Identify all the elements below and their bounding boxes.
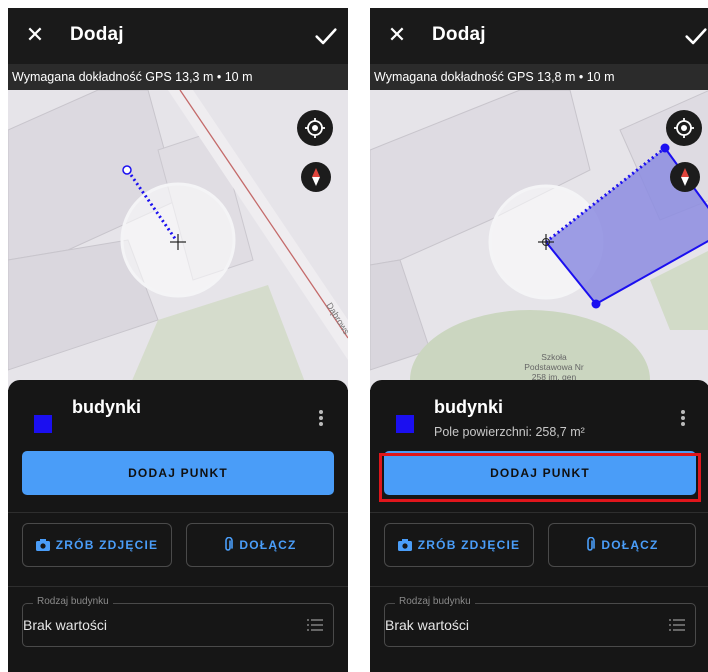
building-type-field[interactable]: Rodzaj budynku Brak wartości [384,596,696,647]
school-label-line1: Szkoła [541,352,567,362]
divider [8,512,348,513]
divider [370,512,708,513]
attach-label: DOŁĄCZ [239,538,297,552]
field-label: Rodzaj budynku [395,596,475,607]
camera-icon [35,539,50,551]
attach-button[interactable]: DOŁĄCZ [548,523,696,567]
layer-color-swatch [34,415,52,433]
top-app-bar: ✕ Dodaj [370,8,708,64]
layer-color-swatch [396,415,414,433]
more-vert-icon[interactable] [676,408,690,430]
paperclip-icon [225,537,234,551]
field-label: Rodzaj budynku [33,596,113,607]
camera-icon [397,539,412,551]
map-canvas[interactable]: Szkoła Podstawowa Nr 258 im. gen [370,90,708,390]
map-view[interactable]: Szkoła Podstawowa Nr 258 im. gen [370,90,708,390]
take-photo-button[interactable]: ZRÓB ZDJĘCIE [384,523,534,567]
gps-locate-button[interactable] [297,110,333,146]
field-value: Brak wartości [385,617,470,633]
take-photo-button[interactable]: ZRÓB ZDJĘCIE [22,523,172,567]
map-green-area [128,285,308,390]
take-photo-label: ZRÓB ZDJĘCIE [55,538,159,552]
top-app-bar: ✕ Dodaj [8,8,348,64]
list-icon[interactable] [307,618,323,632]
gps-target-icon [674,118,694,138]
divider [8,586,348,587]
gps-accuracy-bar: Wymagana dokładność GPS 13,8 m • 10 m [370,64,708,90]
gps-target-icon [305,118,325,138]
gps-locate-button[interactable] [666,110,702,146]
school-label-line2: Podstawowa Nr [524,362,584,372]
bottom-sheet: budynki DODAJ PUNKT ZRÓB ZDJĘCIE DOŁĄCZ … [8,380,348,672]
more-vert-icon[interactable] [314,408,328,430]
geometry-vertex[interactable] [591,299,601,309]
map-green-area [410,310,650,390]
screen-right: ✕ Dodaj Wymagana dokładność GPS 13,8 m •… [370,8,708,672]
compass-icon [681,168,689,186]
geometry-vertex[interactable] [122,165,132,175]
field-value: Brak wartości [23,617,108,633]
layer-name[interactable]: budynki [434,397,503,418]
map-view[interactable]: Dąbrows [8,90,348,390]
add-point-button[interactable]: DODAJ PUNKT [384,451,696,495]
bottom-sheet: budynki Pole powierzchni: 258,7 m² DODAJ… [370,380,708,672]
close-icon[interactable]: ✕ [384,22,410,48]
take-photo-label: ZRÓB ZDJĘCIE [417,538,521,552]
compass-button[interactable] [301,162,331,192]
attach-label: DOŁĄCZ [601,538,659,552]
paperclip-icon [587,537,596,551]
divider [370,586,708,587]
compass-button[interactable] [670,162,700,192]
page-title: Dodaj [432,24,486,45]
check-icon[interactable] [682,22,708,50]
add-point-button[interactable]: DODAJ PUNKT [22,451,334,495]
check-icon[interactable] [312,22,340,50]
list-icon[interactable] [669,618,685,632]
layer-area: Pole powierzchni: 258,7 m² [434,425,585,439]
page-title: Dodaj [70,24,124,45]
building-type-field[interactable]: Rodzaj budynku Brak wartości [22,596,334,647]
layer-name[interactable]: budynki [72,397,141,418]
attach-button[interactable]: DOŁĄCZ [186,523,334,567]
compass-icon [312,168,320,186]
close-icon[interactable]: ✕ [22,22,48,48]
gps-accuracy-bar: Wymagana dokładność GPS 13,3 m • 10 m [8,64,348,90]
screen-left: ✕ Dodaj Wymagana dokładność GPS 13,3 m •… [8,8,348,672]
